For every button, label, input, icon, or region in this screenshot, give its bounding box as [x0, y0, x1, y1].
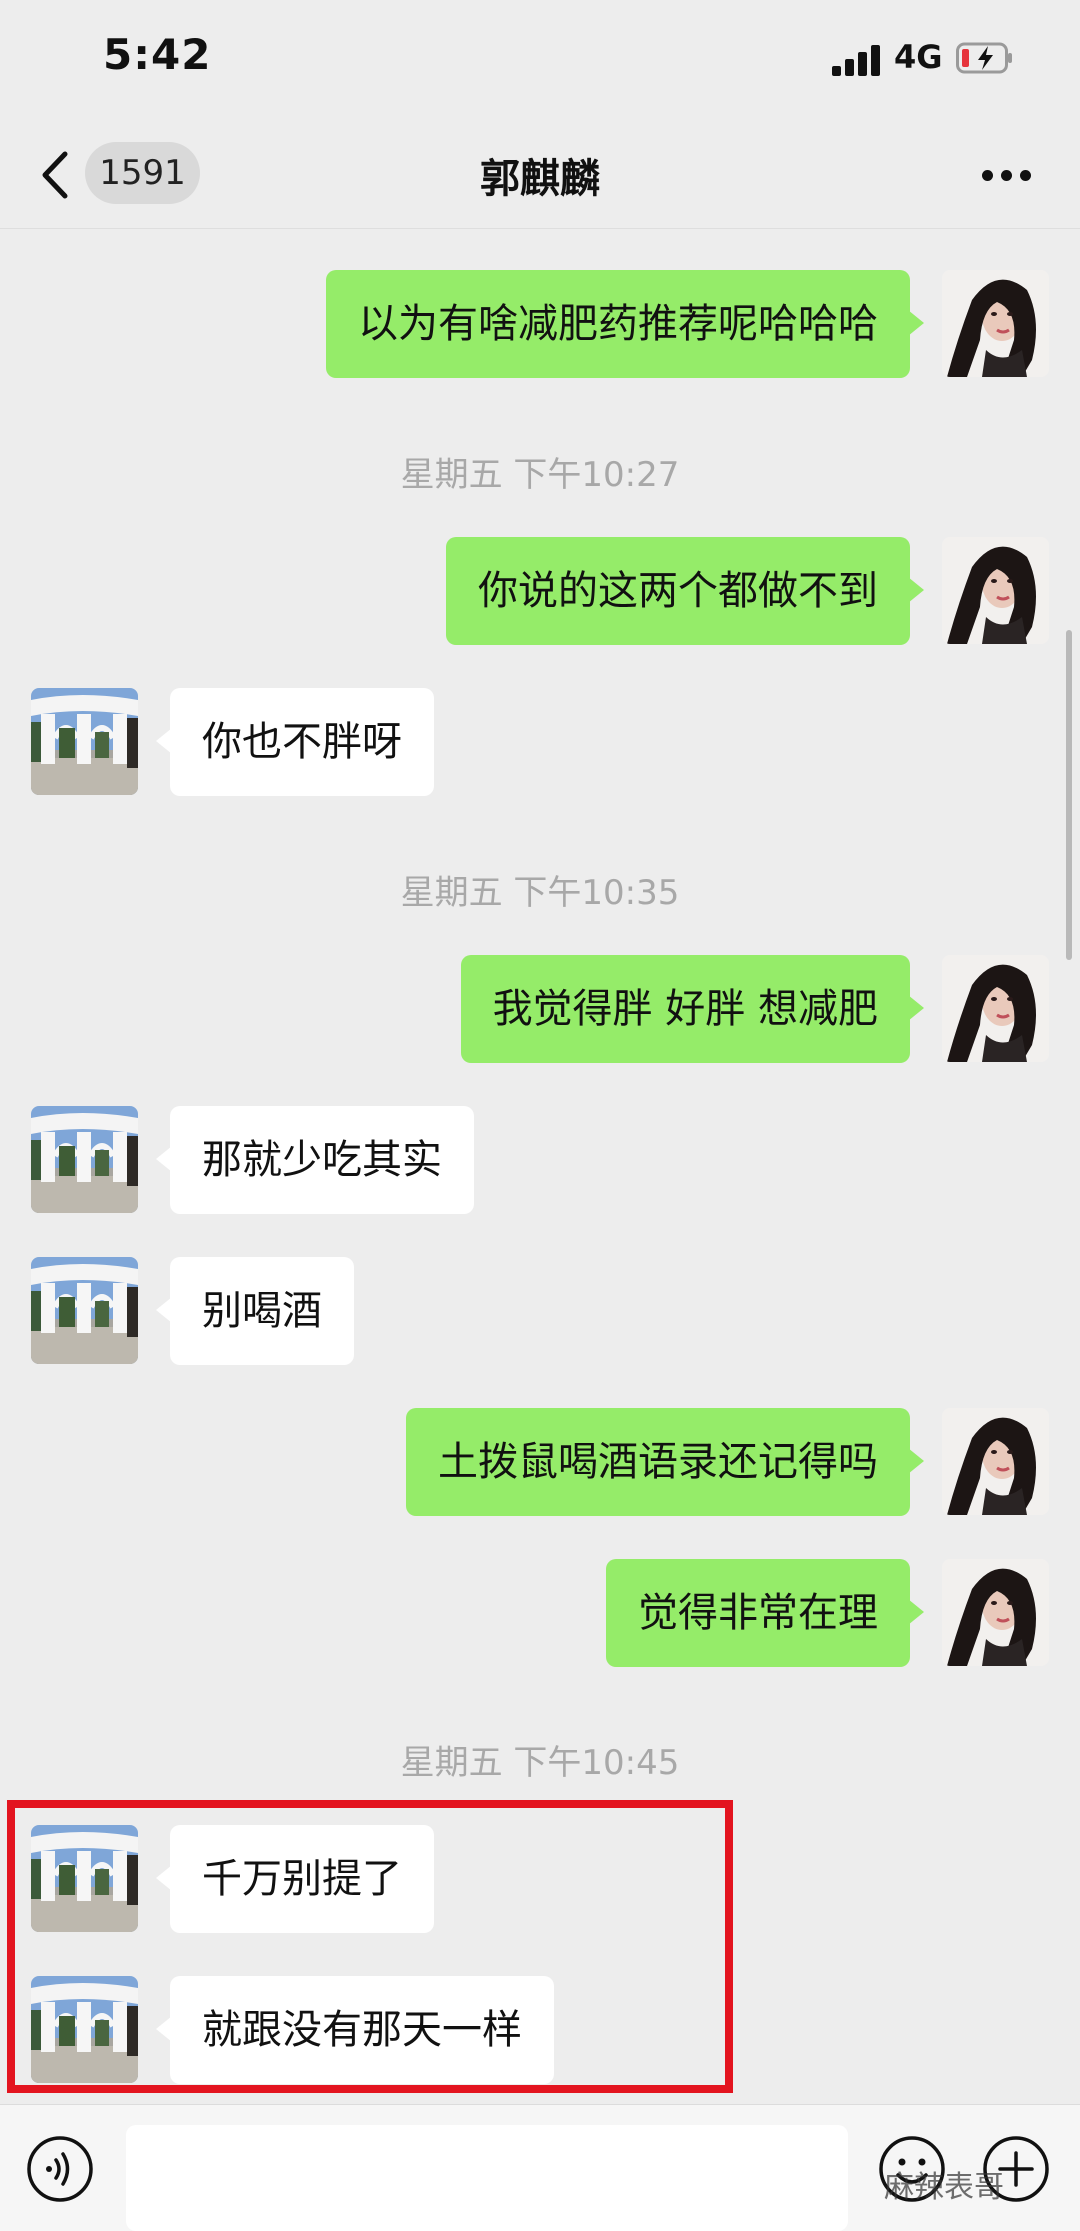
message-bubble-sent[interactable]: 以为有啥减肥药推荐呢哈哈哈	[326, 270, 924, 378]
message-input[interactable]	[126, 2125, 848, 2231]
my-avatar[interactable]	[942, 1559, 1049, 1666]
chat-header: 1591 郭麒麟	[0, 120, 1080, 229]
message-bubble-received[interactable]: 那就少吃其实	[156, 1106, 474, 1214]
my-avatar[interactable]	[942, 537, 1049, 644]
network-type: 4G	[894, 38, 943, 76]
scrollbar[interactable]	[1066, 630, 1072, 960]
my-avatar[interactable]	[942, 270, 1049, 377]
my-avatar[interactable]	[942, 955, 1049, 1062]
timestamp: 星期五 下午10:35	[400, 873, 680, 913]
contact-avatar[interactable]	[31, 688, 138, 795]
my-avatar[interactable]	[942, 1408, 1049, 1515]
message-bubble-sent[interactable]: 我觉得胖 好胖 想减肥	[460, 955, 925, 1063]
message-bubble-sent[interactable]: 你说的这两个都做不到	[446, 537, 924, 645]
battery-charging-icon	[956, 42, 1012, 74]
watermark: 麻辣表哥	[884, 2170, 1004, 2205]
more-options-icon[interactable]	[982, 170, 1032, 182]
status-time: 5:42	[103, 30, 212, 79]
contact-avatar[interactable]	[31, 1257, 138, 1364]
message-bubble-sent[interactable]: 觉得非常在理	[606, 1559, 924, 1667]
signal-strength-icon	[832, 44, 882, 76]
status-bar: 5:42 4G	[0, 0, 1080, 120]
message-bubble-sent[interactable]: 土拨鼠喝酒语录还记得吗	[406, 1408, 924, 1516]
contact-avatar[interactable]	[31, 1106, 138, 1213]
timestamp: 星期五 下午10:27	[400, 455, 680, 495]
message-bubble-received[interactable]: 别喝酒	[156, 1257, 354, 1365]
timestamp: 星期五 下午10:45	[400, 1743, 680, 1783]
message-bubble-received[interactable]: 你也不胖呀	[156, 688, 434, 796]
voice-input-icon[interactable]	[26, 2135, 94, 2203]
chat-title: 郭麒麟	[480, 156, 600, 202]
highlight-box	[7, 1800, 733, 2093]
